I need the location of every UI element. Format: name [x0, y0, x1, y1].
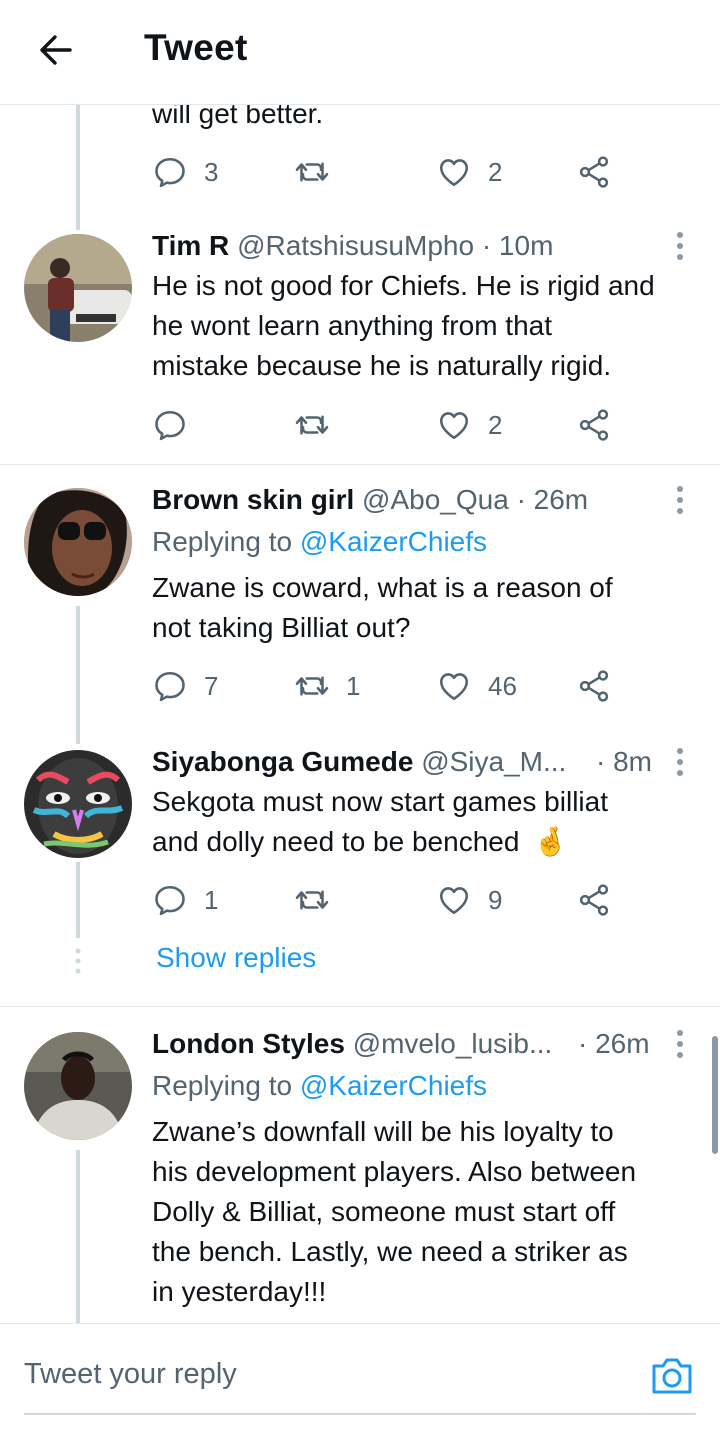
share-button[interactable] [576, 666, 612, 706]
divider [0, 464, 720, 465]
reply-button[interactable]: 3 [152, 152, 218, 192]
like-button[interactable]: 46 [436, 666, 517, 706]
avatar[interactable] [24, 1032, 132, 1140]
retweet-icon [294, 882, 330, 918]
reply-button[interactable]: 7 [152, 666, 218, 706]
tweet-text: he wont learn anything from that [152, 310, 553, 341]
avatar[interactable] [24, 234, 132, 342]
tweet-text: Dolly & Billiat, someone must start off [152, 1196, 616, 1227]
tweet-text: not taking Billiat out? [152, 612, 411, 643]
tweet-time: · 10m [481, 230, 554, 261]
reply-button[interactable]: 1 [152, 880, 218, 920]
more-options-icon[interactable] [666, 480, 694, 520]
tweet-actions: 2 [152, 405, 632, 445]
page-title: Tweet [144, 27, 248, 68]
reply-icon [152, 668, 188, 704]
tweet-actions: 7 1 46 [152, 666, 632, 706]
author-handle[interactable]: @Siya_M... [421, 746, 566, 777]
tweet-time: · 26m [578, 1028, 650, 1059]
avatar[interactable] [24, 488, 132, 596]
author-name[interactable]: Siyabonga Gumede [152, 746, 413, 777]
show-replies-link[interactable]: Show replies [156, 942, 316, 974]
reply-icon [152, 882, 188, 918]
share-button[interactable] [576, 880, 612, 920]
more-options-icon[interactable] [666, 742, 694, 782]
more-options-icon[interactable] [666, 226, 694, 266]
tweet-text: mistake because he is naturally rigid. [152, 350, 612, 381]
author-handle[interactable]: @RatshisusuMpho [237, 230, 474, 261]
retweet-icon [294, 668, 330, 704]
retweet-button[interactable] [294, 152, 346, 192]
share-icon [576, 668, 612, 704]
share-icon [576, 154, 612, 190]
tweet-time: · 8m [596, 746, 652, 777]
retweet-button[interactable]: 1 [294, 666, 360, 706]
retweet-button[interactable] [294, 880, 346, 920]
author-handle[interactable]: @mvelo_lusib... [353, 1028, 553, 1059]
author-name[interactable]: London Styles [152, 1028, 345, 1059]
replying-to: Replying to @KaizerChiefs [152, 1070, 488, 1101]
reply-input[interactable]: Tweet your reply [24, 1352, 624, 1396]
retweet-icon [294, 407, 330, 443]
author-name[interactable]: Tim R [152, 230, 229, 261]
crossed-fingers-emoji: 🤞 [533, 826, 569, 857]
thread-line [76, 606, 80, 744]
author-name[interactable]: Brown skin girl [152, 484, 354, 515]
tweet-text: in yesterday!!! [152, 1276, 327, 1307]
author-handle[interactable]: @Abo_Qua [362, 484, 509, 515]
mention-link[interactable]: @KaizerChiefs [300, 1070, 487, 1101]
like-button[interactable]: 2 [436, 152, 502, 192]
thread-line [76, 104, 80, 230]
replying-to: Replying to @KaizerChiefs [152, 526, 488, 557]
like-button[interactable]: 9 [436, 880, 502, 920]
tweet-time: · 26m [516, 484, 589, 515]
thread-line [76, 862, 80, 938]
like-icon [436, 668, 472, 704]
share-icon [576, 407, 612, 443]
back-arrow-icon[interactable] [36, 30, 76, 70]
retweet-icon [294, 154, 330, 190]
tweet-text: Zwane’s downfall will be his loyalty to [152, 1116, 614, 1147]
tweet-text: and dolly need to be benched 🤞 [152, 826, 569, 857]
reply-button[interactable] [152, 405, 204, 445]
tweet-actions: 1 9 [152, 880, 632, 920]
tweet-text: He is not good for Chiefs. He is rigid a… [152, 270, 655, 301]
reply-input-underline [24, 1413, 696, 1415]
tweet-text: the bench. Lastly, we need a striker as [152, 1236, 628, 1267]
share-icon [576, 882, 612, 918]
retweet-button[interactable] [294, 405, 346, 445]
share-button[interactable] [576, 152, 612, 192]
reply-icon [152, 154, 188, 190]
thread-line [76, 1150, 80, 1323]
tweet-text: Sekgota must now start games billiat [152, 786, 608, 817]
tweet-text: Zwane is coward, what is a reason of [152, 572, 613, 603]
mention-link[interactable]: @KaizerChiefs [300, 526, 487, 557]
like-icon [436, 407, 472, 443]
share-button[interactable] [576, 405, 612, 445]
tweet-text: his development players. Also between [152, 1156, 637, 1187]
like-icon [436, 882, 472, 918]
camera-icon[interactable] [650, 1354, 694, 1396]
top-bar: Tweet [0, 0, 720, 105]
divider [0, 1006, 720, 1007]
avatar[interactable] [24, 750, 132, 858]
scrollbar[interactable] [712, 1036, 718, 1154]
like-icon [436, 154, 472, 190]
like-button[interactable]: 2 [436, 405, 502, 445]
more-options-icon[interactable] [666, 1024, 694, 1064]
more-replies-dots-icon [72, 946, 84, 976]
tweet-actions: 3 2 [152, 152, 632, 192]
reply-icon [152, 407, 188, 443]
